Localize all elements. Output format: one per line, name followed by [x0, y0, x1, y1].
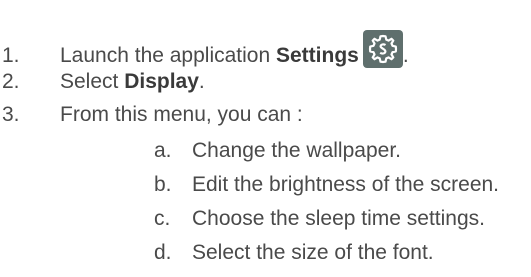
step-2-number: 2.: [2, 70, 20, 93]
step-1-suffix: .: [402, 44, 409, 67]
substep-d: d. Select the size of the font.: [154, 237, 434, 269]
substep-b-text: Edit the brightness of the screen.: [192, 173, 500, 196]
substep-d-letter: d.: [154, 241, 172, 264]
step-2-bold-display: Display: [124, 70, 199, 93]
instructions-document: 1. Launch the application Settings . 2. …: [0, 0, 531, 277]
step-2-suffix: .: [198, 70, 205, 93]
step-1-bold-settings: Settings: [276, 44, 359, 67]
settings-gear-icon: [362, 30, 403, 68]
step-3-number: 3.: [2, 103, 20, 126]
step-2: 2. Select Display .: [2, 66, 205, 98]
substep-a-letter: a.: [154, 139, 172, 162]
substep-c-text: Choose the sleep time settings.: [192, 207, 485, 230]
step-3: 3. From this menu, you can :: [2, 99, 303, 131]
substep-d-text: Select the size of the font.: [192, 241, 434, 264]
substep-a-text: Change the wallpaper.: [192, 139, 401, 162]
substep-c-letter: c.: [154, 207, 171, 230]
step-2-text: Select: [60, 70, 125, 93]
substep-b-letter: b.: [154, 173, 172, 196]
substep-b: b. Edit the brightness of the screen.: [154, 169, 499, 201]
step-3-text: From this menu, you can :: [60, 103, 303, 126]
substep-c: c. Choose the sleep time settings.: [154, 203, 485, 235]
substep-a: a. Change the wallpaper.: [154, 135, 401, 167]
